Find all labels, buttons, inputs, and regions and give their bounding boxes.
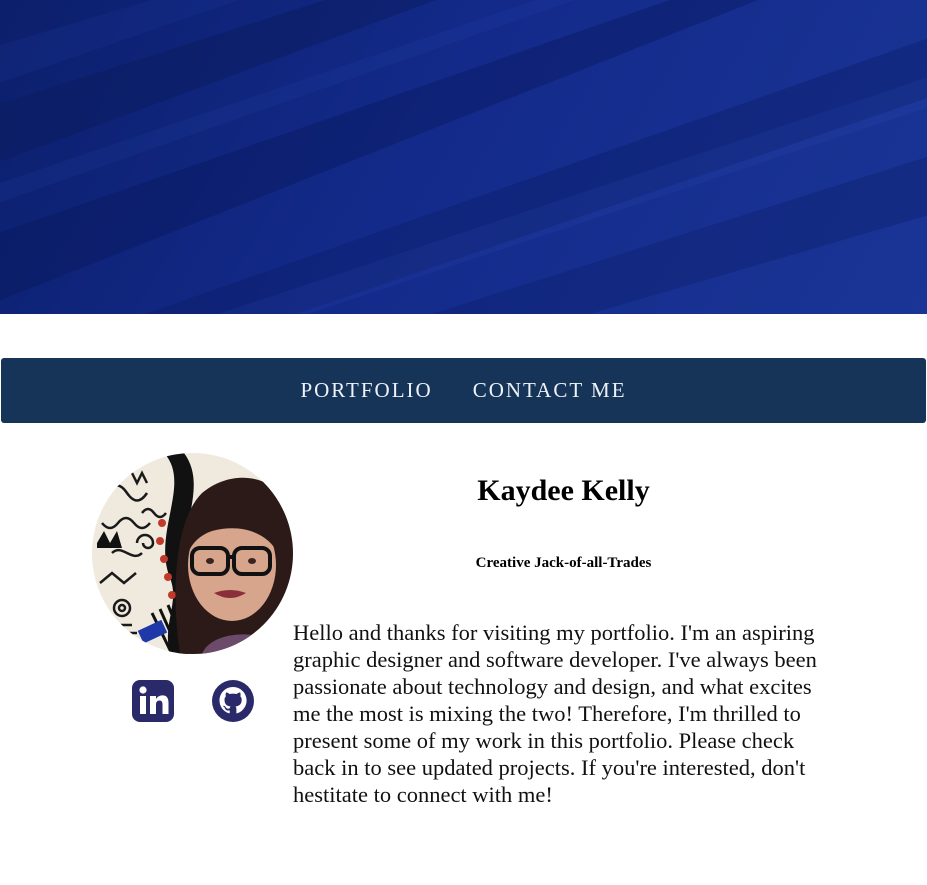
hero-stripes — [0, 0, 927, 314]
hero-banner — [0, 0, 927, 314]
nav-link-contact-me[interactable]: CONTACT ME — [473, 378, 627, 403]
profile-tagline: Creative Jack-of-all-Trades — [475, 555, 652, 571]
main-navbar: PORTFOLIO CONTACT ME — [1, 358, 926, 423]
linkedin-icon[interactable] — [132, 680, 174, 722]
nav-link-portfolio[interactable]: PORTFOLIO — [300, 378, 432, 403]
profile-bio: Hello and thanks for visiting my portfol… — [293, 620, 817, 807]
github-icon[interactable] — [212, 680, 254, 722]
profile-avatar — [92, 453, 293, 654]
profile-name: Kaydee Kelly — [477, 474, 650, 507]
